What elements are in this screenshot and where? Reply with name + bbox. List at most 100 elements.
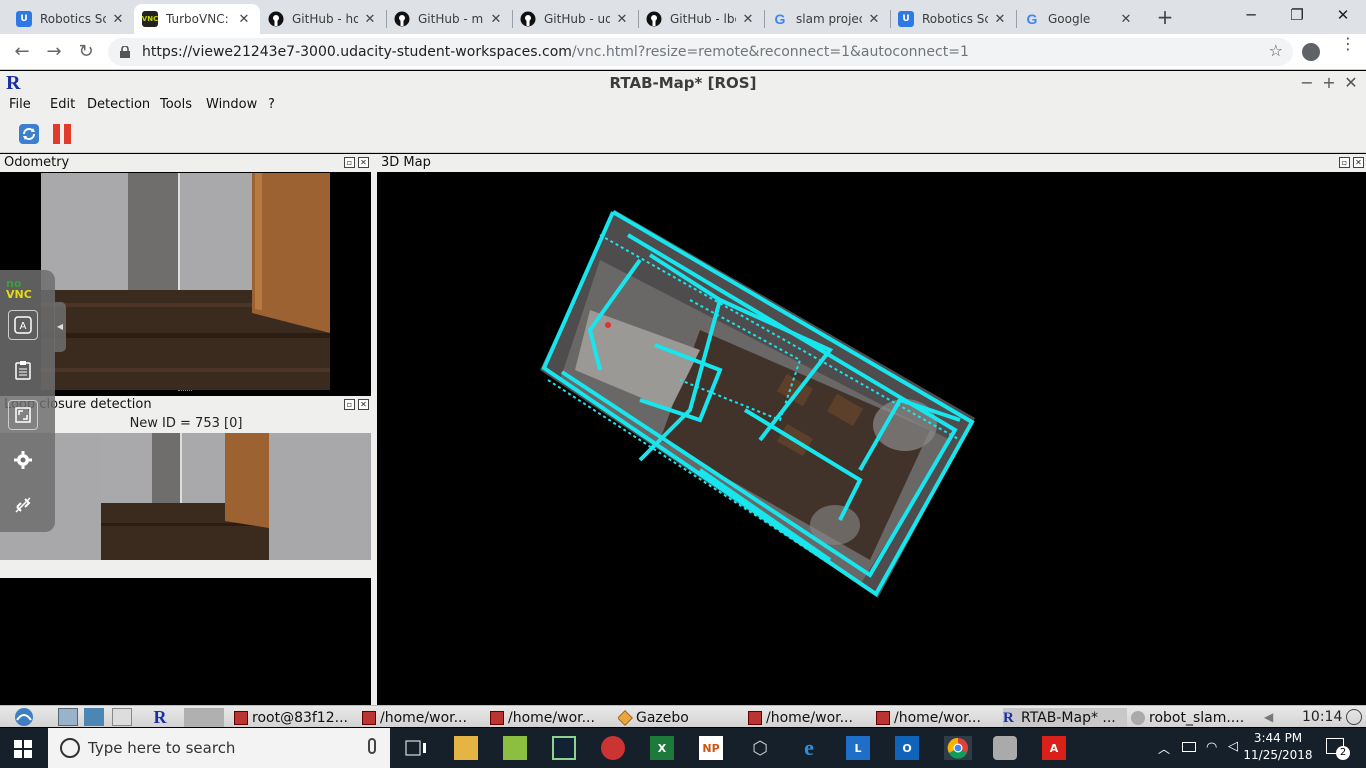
fullscreen-icon[interactable] bbox=[8, 400, 38, 430]
wifi-icon[interactable]: ◠ bbox=[1206, 740, 1217, 755]
chrome-taskbar-icon[interactable] bbox=[944, 736, 972, 760]
back-button[interactable]: ← bbox=[10, 40, 34, 64]
3d-map-view[interactable] bbox=[377, 173, 1366, 705]
close-tab-icon[interactable]: ✕ bbox=[110, 12, 126, 27]
novnc-control-bar: no VNC A bbox=[0, 270, 55, 532]
tab-title: GitHub - m bbox=[418, 12, 484, 26]
taskbar-item-rviz[interactable]: robot_slam.... bbox=[1131, 708, 1255, 727]
windows-start-icon[interactable] bbox=[14, 740, 32, 758]
browser-launcher-icon[interactable] bbox=[112, 708, 132, 726]
outlook-icon[interactable]: O bbox=[895, 736, 919, 760]
rtabmap-launcher-icon[interactable]: R bbox=[150, 707, 170, 727]
search-placeholder: Type here to search bbox=[88, 739, 236, 757]
close-tab-icon[interactable]: ✕ bbox=[236, 12, 252, 27]
nxp-icon[interactable]: NP bbox=[699, 736, 723, 760]
rtabmap-logo: R bbox=[6, 72, 21, 94]
float-panel-icon[interactable]: ▫ bbox=[344, 399, 355, 410]
browser-tab[interactable]: GitHub - lbe ✕ bbox=[638, 4, 764, 34]
paint-icon[interactable] bbox=[601, 736, 625, 760]
taskbar-item-rtabmap[interactable]: R RTAB-Map* ... bbox=[1003, 708, 1127, 727]
maximize-window-button[interactable]: ❐ bbox=[1274, 0, 1320, 30]
close-tab-icon[interactable]: ✕ bbox=[362, 12, 378, 27]
pause-icon[interactable] bbox=[52, 123, 72, 145]
browser-tab[interactable]: U Robotics Sc ✕ bbox=[890, 4, 1016, 34]
desktop-pager[interactable] bbox=[184, 708, 224, 727]
menu-help[interactable]: ? bbox=[268, 97, 275, 112]
taskbar-item-terminal[interactable]: /home/wor... bbox=[362, 708, 486, 727]
microphone-icon[interactable] bbox=[368, 738, 376, 754]
chrome-menu-icon[interactable]: ⋮ bbox=[1340, 36, 1356, 52]
close-panel-icon[interactable]: ✕ bbox=[1353, 157, 1364, 168]
refresh-icon[interactable] bbox=[18, 123, 40, 145]
taskbar-search-box[interactable]: Type here to search bbox=[48, 728, 390, 768]
taskbar-item-terminal[interactable]: /home/wor... bbox=[748, 708, 872, 727]
rtab-close-button[interactable]: ✕ bbox=[1343, 73, 1359, 92]
novnc-handle[interactable]: ◀ bbox=[54, 302, 66, 352]
extra-keys-button[interactable]: A bbox=[8, 310, 38, 340]
search-circle-icon bbox=[60, 738, 80, 758]
menu-window[interactable]: Window bbox=[206, 97, 257, 112]
close-tab-icon[interactable]: ✕ bbox=[992, 12, 1008, 27]
browser-tab[interactable]: G Google ✕ bbox=[1016, 4, 1142, 34]
menu-edit[interactable]: Edit bbox=[50, 97, 75, 112]
system-clock[interactable]: 3:44 PM 11/25/2018 bbox=[1238, 730, 1318, 764]
file-explorer-icon[interactable] bbox=[454, 736, 478, 760]
taskbar-item-terminal[interactable]: /home/wor... bbox=[490, 708, 614, 727]
task-view-icon[interactable] bbox=[404, 736, 428, 760]
notepad-icon[interactable] bbox=[503, 736, 527, 760]
address-bar[interactable]: https://viewe21243e7-3000.udacity-studen… bbox=[108, 38, 1293, 66]
clipboard-icon[interactable] bbox=[8, 355, 38, 385]
menu-tools[interactable]: Tools bbox=[160, 97, 192, 112]
internet-explorer-icon[interactable]: e bbox=[797, 735, 821, 760]
browser-tab[interactable]: GitHub - ud ✕ bbox=[512, 4, 638, 34]
menu-file[interactable]: File bbox=[9, 97, 31, 112]
close-tab-icon[interactable]: ✕ bbox=[614, 12, 630, 27]
power-icon[interactable] bbox=[1346, 709, 1362, 725]
browser-tab[interactable]: G slam projec ✕ bbox=[764, 4, 890, 34]
acrobat-icon[interactable]: A bbox=[1042, 736, 1066, 760]
browser-tab[interactable]: U Robotics Sc ✕ bbox=[8, 4, 134, 34]
close-tab-icon[interactable]: ✕ bbox=[866, 12, 882, 27]
profile-avatar-icon[interactable] bbox=[1302, 43, 1320, 61]
battery-icon[interactable] bbox=[1182, 742, 1196, 752]
rtab-maximize-button[interactable]: + bbox=[1321, 73, 1337, 92]
new-tab-button[interactable]: + bbox=[1153, 6, 1177, 30]
close-tab-icon[interactable]: ✕ bbox=[488, 12, 504, 27]
close-tab-icon[interactable]: ✕ bbox=[740, 12, 756, 27]
volume-icon[interactable]: ◀ bbox=[1264, 710, 1280, 724]
splitter-handle[interactable] bbox=[178, 390, 192, 393]
cube-app-icon[interactable]: ⬡ bbox=[748, 736, 772, 760]
float-panel-icon[interactable]: ▫ bbox=[344, 157, 355, 168]
taskbar-item-terminal[interactable]: /home/wor... bbox=[876, 708, 1000, 727]
show-desktop-icon[interactable] bbox=[58, 708, 78, 726]
browser-tab[interactable]: GitHub - ho ✕ bbox=[260, 4, 386, 34]
close-tab-icon[interactable]: ✕ bbox=[1118, 12, 1134, 27]
bookmark-star-icon[interactable]: ☆ bbox=[1269, 41, 1283, 60]
rtab-minimize-button[interactable]: − bbox=[1299, 73, 1315, 92]
close-panel-icon[interactable]: ✕ bbox=[358, 399, 369, 410]
excel-icon[interactable]: X bbox=[650, 736, 674, 760]
file-manager-icon[interactable] bbox=[84, 708, 104, 726]
disconnect-icon[interactable] bbox=[8, 490, 38, 520]
float-panel-icon[interactable]: ▫ bbox=[1339, 157, 1350, 168]
close-panel-icon[interactable]: ✕ bbox=[358, 157, 369, 168]
browser-tab[interactable]: GitHub - m ✕ bbox=[386, 4, 512, 34]
tray-chevron-icon[interactable]: ︿ bbox=[1158, 740, 1170, 757]
taskbar-item-terminal[interactable]: root@83f12... bbox=[234, 708, 358, 727]
terminal-app-icon[interactable] bbox=[552, 736, 576, 760]
app-icon[interactable] bbox=[993, 736, 1017, 760]
lync-icon[interactable]: L bbox=[846, 736, 870, 760]
app-menu-icon[interactable] bbox=[12, 707, 36, 727]
menu-detection[interactable]: Detection bbox=[87, 97, 150, 112]
settings-gear-icon[interactable] bbox=[8, 445, 38, 475]
tab-separator bbox=[512, 10, 513, 28]
tab-title: Google bbox=[1048, 12, 1091, 26]
forward-button[interactable]: → bbox=[42, 40, 66, 64]
reload-button[interactable]: ↻ bbox=[74, 40, 98, 64]
browser-tab-active[interactable]: VNC TurboVNC: ✕ bbox=[134, 4, 260, 34]
speaker-icon[interactable]: ◁ bbox=[1228, 739, 1238, 754]
minimize-window-button[interactable]: ─ bbox=[1228, 0, 1274, 30]
close-window-button[interactable]: ✕ bbox=[1320, 0, 1366, 30]
tab-title: Robotics Sc bbox=[40, 12, 106, 26]
taskbar-item-gazebo[interactable]: Gazebo bbox=[618, 708, 742, 727]
